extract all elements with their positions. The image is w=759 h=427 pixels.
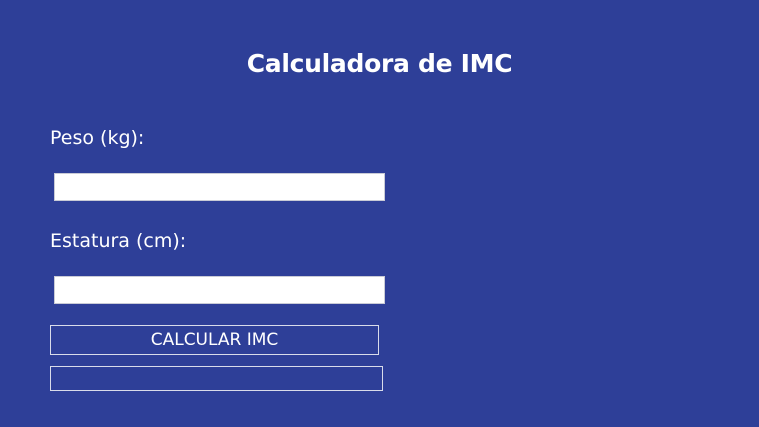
result-box <box>50 366 383 391</box>
estatura-label: Estatura (cm): <box>50 230 187 252</box>
page-title: Calculadora de IMC <box>246 49 513 78</box>
calculate-imc-button[interactable]: CALCULAR IMC <box>50 325 379 355</box>
peso-label: Peso (kg): <box>50 127 145 149</box>
estatura-input[interactable] <box>54 276 385 304</box>
peso-input[interactable] <box>54 173 385 201</box>
